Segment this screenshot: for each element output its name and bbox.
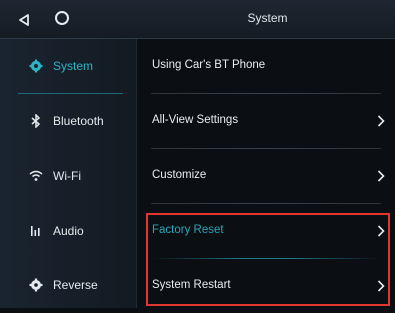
title-bar: System bbox=[0, 0, 395, 39]
list-item-factory-reset[interactable]: Factory Reset bbox=[137, 204, 395, 258]
page-title: System bbox=[247, 11, 288, 25]
gear-icon bbox=[29, 59, 43, 73]
list-item-label: Customize bbox=[152, 169, 207, 181]
equalizer-icon bbox=[29, 224, 43, 238]
list-item-label: Using Car's BT Phone bbox=[152, 59, 266, 71]
sidebar-item-label: Wi-Fi bbox=[53, 169, 81, 183]
wifi-icon bbox=[29, 169, 43, 183]
settings-list: Using Car's BT Phone All-View Settings C… bbox=[137, 39, 395, 308]
chevron-right-icon bbox=[377, 279, 385, 297]
list-item-label: All-View Settings bbox=[152, 114, 239, 126]
list-item-label: System Restart bbox=[152, 279, 231, 291]
sidebar-item-audio[interactable]: Audio bbox=[0, 204, 136, 258]
sidebar-item-bluetooth[interactable]: Bluetooth bbox=[0, 94, 136, 148]
sidebar-item-system[interactable]: System bbox=[0, 39, 136, 93]
sidebar-item-wifi[interactable]: Wi-Fi bbox=[0, 149, 136, 203]
sidebar-item-label: Audio bbox=[53, 224, 84, 238]
chevron-right-icon bbox=[377, 169, 385, 187]
list-item-bt-phone[interactable]: Using Car's BT Phone bbox=[137, 39, 395, 93]
chevron-right-icon bbox=[377, 224, 385, 242]
gear-icon bbox=[29, 278, 43, 292]
bluetooth-icon bbox=[29, 114, 43, 128]
chevron-right-icon bbox=[377, 114, 385, 132]
list-item-system-restart[interactable]: System Restart bbox=[137, 259, 395, 313]
sidebar: System Bluetooth Wi-Fi Audio Reverse bbox=[0, 39, 137, 308]
sidebar-item-reverse[interactable]: Reverse bbox=[0, 258, 136, 312]
sidebar-item-label: System bbox=[53, 59, 94, 73]
sidebar-item-label: Bluetooth bbox=[53, 114, 104, 128]
list-item-customize[interactable]: Customize bbox=[137, 149, 395, 203]
list-item-label: Factory Reset bbox=[152, 224, 224, 236]
sidebar-item-label: Reverse bbox=[53, 278, 98, 292]
list-item-all-view-settings[interactable]: All-View Settings bbox=[137, 94, 395, 148]
